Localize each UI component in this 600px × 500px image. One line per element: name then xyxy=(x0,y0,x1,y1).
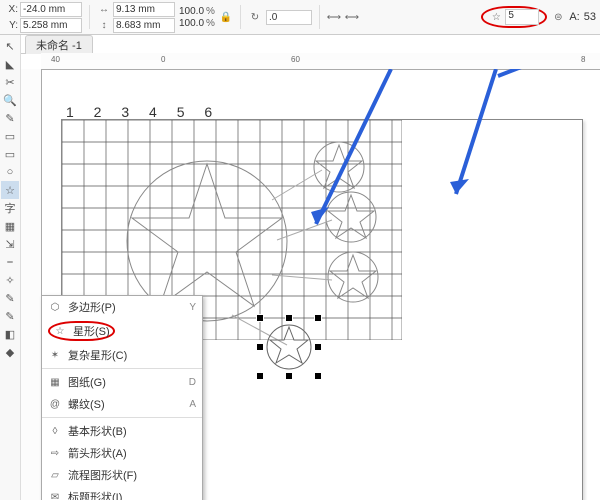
w-input[interactable]: 9.13 mm xyxy=(113,2,175,17)
text-tool[interactable]: 字 xyxy=(1,199,19,217)
separator xyxy=(319,5,320,29)
annotation-arrow-2 xyxy=(441,69,511,209)
eyedropper-tool[interactable]: ✎ xyxy=(1,289,19,307)
interactive-fill-tool[interactable]: ◆ xyxy=(1,343,19,361)
fill-tool[interactable]: ◧ xyxy=(1,325,19,343)
y-label: Y: xyxy=(4,20,18,31)
star-points-icon: ☆ xyxy=(489,10,503,24)
shape-tool[interactable]: ◣ xyxy=(1,55,19,73)
property-bar: X:-24.0 mm Y:5.258 mm ↔9.13 mm ↕8.683 mm… xyxy=(0,0,600,35)
ellipse-tool[interactable]: ○ xyxy=(1,163,19,181)
freehand-tool[interactable]: ✎ xyxy=(1,109,19,127)
selection-handles[interactable] xyxy=(260,318,318,376)
mirror-v-icon[interactable]: ⟷ xyxy=(345,10,359,24)
h-input[interactable]: 8.683 mm xyxy=(113,18,175,33)
flyout-basic-shapes[interactable]: ◊基本形状(B) xyxy=(42,420,202,442)
width-icon: ↔ xyxy=(97,2,111,16)
polygon-flyout-menu: ⬡多边形(P)Y ☆星形(S) ✶复杂星形(C) ▦图纸(G)D @螺纹(S)A… xyxy=(41,295,203,500)
column-numbers: 1 2 3 4 5 6 xyxy=(66,104,220,120)
sharpness-label: A: xyxy=(569,11,579,23)
toolbox: ↖ ◣ ✂ 🔍 ✎ ▭ ▭ ○ ☆ 字 ▦ ⇲ ⎯ ✧ ✎ ✎ ◧ ◆ xyxy=(0,35,21,500)
height-icon: ↕ xyxy=(97,18,111,32)
spiral-icon: @ xyxy=(48,397,62,411)
rectangle-tool[interactable]: ▭ xyxy=(1,145,19,163)
annotation-arrow-1 xyxy=(301,69,401,239)
arrow-shapes-icon: ⇨ xyxy=(48,446,62,460)
flyout-spiral[interactable]: @螺纹(S)A xyxy=(42,393,202,415)
separator xyxy=(89,5,90,29)
connector-tool[interactable]: ⎯ xyxy=(1,253,19,271)
flowchart-icon: ▱ xyxy=(48,468,62,482)
points-highlight: ☆ 5 xyxy=(481,6,547,28)
polygon-tool[interactable]: ☆ xyxy=(1,181,19,199)
graph-icon: ▦ xyxy=(48,375,62,389)
document-tabs: 未命名 -1 xyxy=(21,35,600,54)
flyout-separator xyxy=(42,417,202,418)
hexagon-icon: ⬡ xyxy=(48,300,62,314)
effects-tool[interactable]: ✧ xyxy=(1,271,19,289)
scale-y[interactable]: 100.0 xyxy=(179,18,204,29)
flyout-graph-paper[interactable]: ▦图纸(G)D xyxy=(42,371,202,393)
table-tool[interactable]: ▦ xyxy=(1,217,19,235)
flyout-arrow-shapes[interactable]: ⇨箭头形状(A) xyxy=(42,442,202,464)
mirror-h-icon[interactable]: ⟷ xyxy=(327,10,341,24)
flyout-polygon[interactable]: ⬡多边形(P)Y xyxy=(42,296,202,318)
position-group: X:-24.0 mm Y:5.258 mm xyxy=(4,2,82,33)
canvas-area: 未命名 -1 40 0 60 8 1 2 3 4 5 6 xyxy=(21,35,600,500)
x-label: X: xyxy=(4,4,18,15)
star-icon: ☆ xyxy=(53,324,67,338)
complex-star-icon: ✶ xyxy=(48,348,62,362)
basic-shapes-icon: ◊ xyxy=(48,424,62,438)
crop-tool[interactable]: ✂ xyxy=(1,73,19,91)
horizontal-ruler[interactable]: 40 0 60 8 xyxy=(41,53,600,70)
pick-tool[interactable]: ↖ xyxy=(1,37,19,55)
scale-group: 100.0% 100.0% xyxy=(179,6,215,29)
flyout-complex-star[interactable]: ✶复杂星形(C) xyxy=(42,344,202,366)
sharpness-val[interactable]: 53 xyxy=(584,11,596,23)
smart-fill-tool[interactable]: ▭ xyxy=(1,127,19,145)
flyout-flowchart-shapes[interactable]: ▱流程图形状(F) xyxy=(42,464,202,486)
outline-tool[interactable]: ✎ xyxy=(1,307,19,325)
flyout-separator xyxy=(42,368,202,369)
separator xyxy=(240,5,241,29)
spinner-icon[interactable]: ⊜ xyxy=(551,10,565,24)
star-points-input[interactable]: 5 xyxy=(505,9,539,25)
y-input[interactable]: 5.258 mm xyxy=(20,18,82,33)
rotate-icon: ↻ xyxy=(248,10,262,24)
zoom-tool[interactable]: 🔍 xyxy=(1,91,19,109)
flyout-star[interactable]: ☆星形(S) xyxy=(42,318,202,344)
banner-icon: ✉ xyxy=(48,490,62,500)
dimension-tool[interactable]: ⇲ xyxy=(1,235,19,253)
size-group: ↔9.13 mm ↕8.683 mm xyxy=(97,2,175,33)
flyout-banner-shapes[interactable]: ✉标题形状(I) xyxy=(42,486,202,500)
x-input[interactable]: -24.0 mm xyxy=(20,2,82,17)
rotation-input[interactable]: .0 xyxy=(266,10,312,25)
scale-x[interactable]: 100.0 xyxy=(179,6,204,17)
vertical-ruler[interactable] xyxy=(21,69,42,500)
annotation-arrow-3 xyxy=(493,69,583,81)
lock-ratio-icon[interactable]: 🔒 xyxy=(219,10,233,24)
document-tab[interactable]: 未命名 -1 xyxy=(25,35,93,54)
